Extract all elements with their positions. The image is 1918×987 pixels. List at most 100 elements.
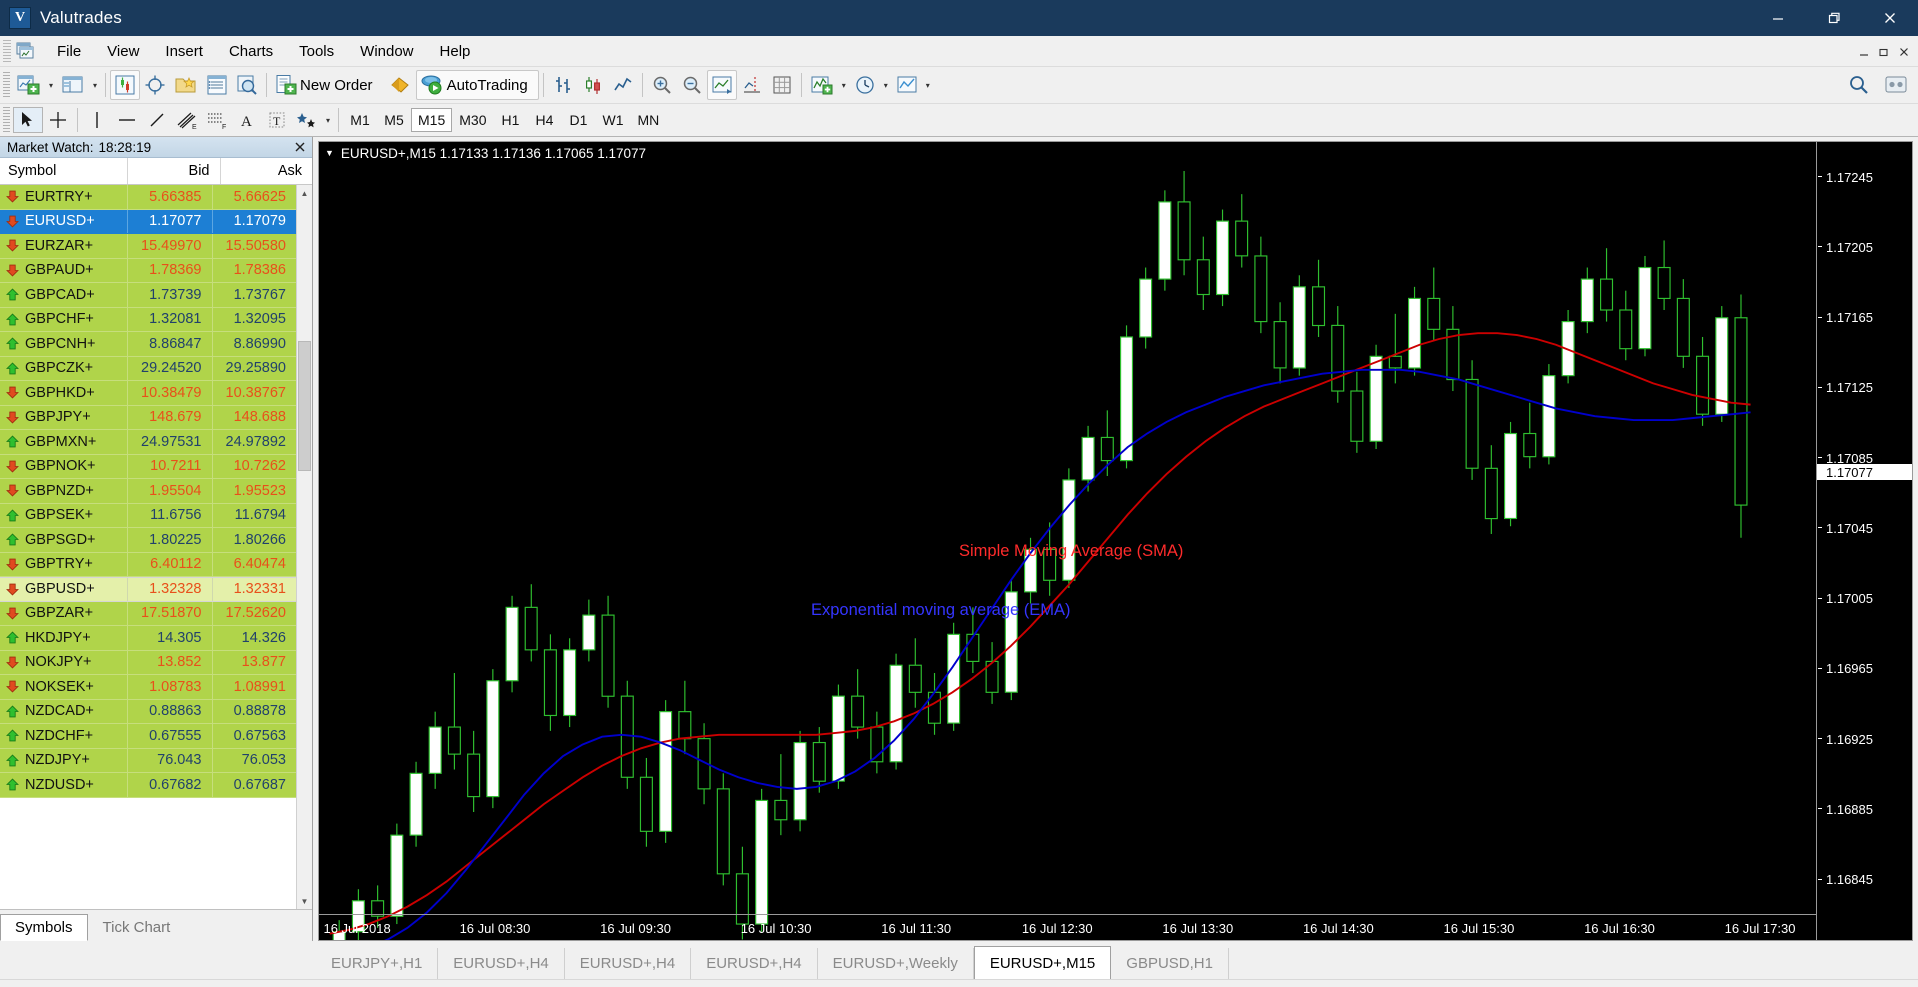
indicators-button[interactable] <box>806 70 838 100</box>
timeframe-m1[interactable]: M1 <box>343 108 377 132</box>
scroll-down-icon[interactable]: ▼ <box>297 893 312 909</box>
chart-tab[interactable]: EURUSD+,H4 <box>691 948 818 979</box>
market-watch-row[interactable]: NOKJPY+ 13.852 13.877 <box>0 650 296 675</box>
close-button[interactable] <box>1862 0 1918 36</box>
menu-drag-grip[interactable] <box>3 40 11 62</box>
ask-cell[interactable]: 15.50580 <box>213 234 297 258</box>
ask-cell[interactable]: 10.7262 <box>213 455 297 479</box>
ask-cell[interactable]: 0.88878 <box>213 700 297 724</box>
chart-collapse-icon[interactable]: ▼ <box>325 148 334 158</box>
market-watch-row[interactable]: GBPCZK+ 29.24520 29.25890 <box>0 356 297 381</box>
help-button[interactable] <box>1880 70 1912 100</box>
symbol-cell[interactable]: GBPUSD+ <box>0 578 128 601</box>
symbol-cell[interactable]: HKDJPY+ <box>0 626 128 650</box>
market-watch-row[interactable]: EURTRY+ 5.66385 5.66625 <box>0 185 296 210</box>
equidistant-channel-icon[interactable]: E <box>172 107 202 133</box>
market-watch-row[interactable]: GBPNOK+ 10.7211 10.7262 <box>0 454 297 479</box>
ask-cell[interactable]: 1.80266 <box>213 528 297 552</box>
search-button[interactable] <box>1844 70 1874 100</box>
symbol-cell[interactable]: GBPNZD+ <box>0 479 128 503</box>
bid-cell[interactable]: 1.32328 <box>128 578 213 601</box>
ask-cell[interactable]: 1.32095 <box>213 308 297 332</box>
ask-cell[interactable]: 1.95523 <box>213 479 297 503</box>
bid-cell[interactable]: 1.78369 <box>128 258 213 282</box>
symbol-cell[interactable]: GBPHKD+ <box>0 381 128 405</box>
ask-cell[interactable]: 1.32331 <box>213 578 297 601</box>
chart-tab[interactable]: EURUSD+,Weekly <box>818 948 974 979</box>
chart-tab[interactable]: EURJPY+,H1 <box>316 948 439 979</box>
symbol-cell[interactable]: GBPCNH+ <box>0 332 128 356</box>
price-axis[interactable]: 1.17245 1.17205 1.17165 1.17125 1.17085 1.170… <box>1816 142 1912 940</box>
vertical-line-icon[interactable] <box>82 107 112 133</box>
mdi-close-icon[interactable] <box>1894 41 1914 63</box>
market-watch-row[interactable]: HKDJPY+ 14.305 14.326 <box>0 626 296 651</box>
timeframe-d1[interactable]: D1 <box>561 108 595 132</box>
menu-file[interactable]: File <box>44 39 94 64</box>
data-window-button[interactable] <box>232 70 262 100</box>
market-watch-row[interactable]: GBPMXN+ 24.97531 24.97892 <box>0 430 296 455</box>
zoom-out-button[interactable] <box>677 70 707 100</box>
market-watch-row[interactable]: GBPZAR+ 17.51870 17.52620 <box>0 601 297 626</box>
bid-cell[interactable]: 1.95504 <box>128 479 213 503</box>
symbol-cell[interactable]: GBPSEK+ <box>0 503 128 527</box>
symbol-cell[interactable]: NZDJPY+ <box>0 748 128 772</box>
menu-insert[interactable]: Insert <box>152 39 216 64</box>
text-icon[interactable]: A <box>232 107 262 133</box>
symbol-cell[interactable]: EURTRY+ <box>0 185 128 209</box>
zoom-in-button[interactable] <box>647 70 677 100</box>
ask-cell[interactable]: 8.86990 <box>213 332 297 356</box>
bid-cell[interactable]: 148.679 <box>128 405 213 429</box>
market-watch-row[interactable]: NZDCAD+ 0.88863 0.88878 <box>0 699 297 724</box>
profiles-button[interactable] <box>57 70 89 100</box>
symbol-cell[interactable]: GBPCZK+ <box>0 356 128 380</box>
ask-cell[interactable]: 1.78386 <box>213 259 297 283</box>
ask-cell[interactable]: 29.25890 <box>213 357 297 381</box>
fibonacci-icon[interactable]: F <box>202 107 232 133</box>
symbol-cell[interactable]: GBPNOK+ <box>0 454 128 478</box>
bid-cell[interactable]: 1.17077 <box>128 209 213 233</box>
chart-tab[interactable]: EURUSD+,M15 <box>973 946 1112 979</box>
market-watch-row[interactable]: GBPCAD+ 1.73739 1.73767 <box>0 283 296 308</box>
symbol-cell[interactable]: GBPCHF+ <box>0 307 128 331</box>
period-dropdown-caret[interactable]: ▾ <box>880 81 892 90</box>
bid-cell[interactable]: 1.08783 <box>128 675 213 699</box>
chart-shift-button[interactable] <box>737 70 767 100</box>
trendline-icon[interactable] <box>142 107 172 133</box>
terminal-button[interactable] <box>202 70 232 100</box>
symbol-cell[interactable]: GBPCAD+ <box>0 283 128 307</box>
market-watch-row[interactable]: NZDUSD+ 0.67682 0.67687 <box>0 773 296 798</box>
shapes-dropdown-caret[interactable]: ▾ <box>322 116 334 125</box>
time-axis[interactable]: 16 Jul 2018 16 Jul 08:30 16 Jul 09:30 16 Ju… <box>319 914 1816 940</box>
ask-cell[interactable]: 1.73767 <box>213 283 297 307</box>
line-chart-button[interactable] <box>608 70 638 100</box>
bid-cell[interactable]: 8.86847 <box>128 332 213 356</box>
market-watch-row[interactable]: GBPJPY+ 148.679 148.688 <box>0 405 296 430</box>
new-chart-button[interactable] <box>13 70 45 100</box>
scrollbar-thumb[interactable] <box>298 341 311 471</box>
ask-cell[interactable]: 6.40474 <box>213 553 297 577</box>
menu-help[interactable]: Help <box>427 39 484 64</box>
crosshair-tool-icon[interactable] <box>43 107 73 133</box>
column-header-ask[interactable]: Ask <box>221 158 313 184</box>
ask-cell[interactable]: 17.52620 <box>213 602 297 626</box>
scroll-up-icon[interactable]: ▲ <box>297 185 312 201</box>
ask-cell[interactable]: 76.053 <box>213 749 297 773</box>
expert-advisor-button[interactable] <box>384 70 416 100</box>
bid-cell[interactable]: 0.88863 <box>128 699 213 723</box>
bid-cell[interactable]: 14.305 <box>128 626 213 650</box>
timeframe-h1[interactable]: H1 <box>493 108 527 132</box>
ask-cell[interactable]: 0.67563 <box>213 724 297 748</box>
bid-cell[interactable]: 0.67555 <box>128 724 213 748</box>
chart-frame[interactable]: ▼ EURUSD+,M15 1.17133 1.17136 1.17065 1.… <box>318 141 1913 941</box>
horizontal-line-icon[interactable] <box>112 107 142 133</box>
market-watch-row[interactable]: GBPSEK+ 11.6756 11.6794 <box>0 503 296 528</box>
profiles-dropdown-caret[interactable]: ▾ <box>89 81 101 90</box>
mdi-restore-icon[interactable] <box>1874 41 1894 63</box>
market-watch-row[interactable]: NZDCHF+ 0.67555 0.67563 <box>0 724 296 749</box>
symbol-cell[interactable]: GBPJPY+ <box>0 405 128 429</box>
market-watch-close-icon[interactable] <box>292 139 308 155</box>
bid-cell[interactable]: 13.852 <box>128 650 213 674</box>
market-watch-scrollbar[interactable]: ▲ ▼ <box>296 185 312 909</box>
symbol-cell[interactable]: GBPAUD+ <box>0 258 128 282</box>
symbol-cell[interactable]: GBPTRY+ <box>0 552 128 576</box>
